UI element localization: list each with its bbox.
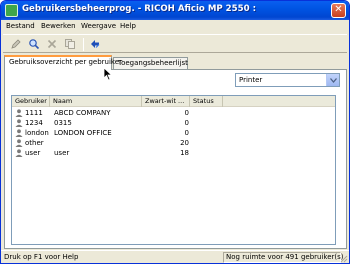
row-name: user [54, 149, 70, 157]
row-user: user [25, 149, 41, 157]
search-button[interactable] [26, 37, 41, 51]
row-bw-count: 20 [180, 139, 189, 147]
row-name: 0315 [54, 119, 72, 127]
table-row[interactable]: 1234 0315 0 [12, 118, 335, 128]
close-icon: ✕ [334, 4, 343, 15]
menu-weergave[interactable]: Weergave [81, 22, 116, 30]
row-bw-count: 0 [184, 109, 189, 117]
row-user: london [25, 129, 49, 137]
resize-grip-icon[interactable] [339, 254, 348, 263]
tab-strip: Gebruiksoverzicht per gebruiker Toegangs… [4, 55, 346, 70]
refresh-icon [90, 40, 99, 48]
user-icon [15, 109, 23, 117]
user-icon [15, 129, 23, 137]
row-user: 1111 [25, 109, 43, 117]
row-user: 1234 [25, 119, 43, 127]
menu-bestand[interactable]: Bestand [6, 22, 35, 30]
close-button[interactable]: ✕ [331, 3, 346, 18]
mouse-cursor-icon [103, 67, 113, 81]
row-bw-count: 0 [184, 119, 189, 127]
menu-help[interactable]: Help [120, 22, 136, 30]
filter-value: Printer [239, 76, 263, 84]
row-user: other [25, 139, 44, 147]
tab-toegangsbeheerlijst[interactable]: Toegangsbeheerlijst [113, 57, 188, 69]
app-window: Gebruikersbeheerprog. - RICOH Aficio MP … [0, 0, 350, 264]
dropdown-arrow-button[interactable] [326, 74, 339, 86]
status-help-text: Druk op F1 voor Help [4, 253, 79, 261]
tab-gebruiksoverzicht[interactable]: Gebruiksoverzicht per gebruiker [4, 55, 122, 70]
copy-button[interactable] [62, 37, 77, 51]
copy-icon [64, 39, 75, 49]
user-list[interactable]: Gebruiker Naam Zwart-wit ... Status 1111… [11, 95, 336, 245]
menu-bewerken[interactable]: Bewerken [41, 22, 76, 30]
window-title: Gebruikersbeheerprog. - RICOH Aficio MP … [22, 4, 257, 14]
chevron-down-icon [329, 77, 337, 83]
toolbar [3, 34, 347, 53]
row-bw-count: 18 [180, 149, 189, 157]
column-status[interactable]: Status [190, 96, 223, 107]
list-header: Gebruiker Naam Zwart-wit ... Status [12, 96, 335, 107]
column-naam[interactable]: Naam [50, 96, 142, 107]
delete-icon [47, 39, 56, 49]
user-icon [15, 149, 23, 157]
filter-dropdown[interactable]: Printer [235, 73, 340, 87]
search-icon [28, 39, 39, 50]
refresh-button[interactable] [87, 37, 102, 51]
title-bar[interactable]: Gebruikersbeheerprog. - RICOH Aficio MP … [1, 1, 349, 20]
table-row[interactable]: london LONDON OFFICE 0 [12, 128, 335, 138]
table-row[interactable]: 1111 ABCD COMPANY 0 [12, 108, 335, 118]
table-row[interactable]: other 20 [12, 138, 335, 148]
user-icon [15, 119, 23, 127]
column-gebruiker[interactable]: Gebruiker [12, 96, 50, 107]
column-zwart-wit[interactable]: Zwart-wit ... [142, 96, 190, 107]
menu-bar: Bestand Bewerken Weergave Help [1, 20, 349, 33]
edit-button[interactable] [8, 37, 23, 51]
row-bw-count: 0 [184, 129, 189, 137]
row-name: ABCD COMPANY [54, 109, 111, 117]
table-row[interactable]: user user 18 [12, 148, 335, 158]
app-icon [5, 4, 18, 17]
status-capacity: Nog ruimte voor 491 gebruiker(s) [223, 252, 344, 263]
tab-panel: Printer Gebruiker Naam Zwart-wit ... Sta… [4, 69, 347, 249]
status-bar: Druk op F1 voor Help Nog ruimte voor 491… [1, 250, 349, 263]
delete-button[interactable] [44, 37, 59, 51]
edit-icon [10, 39, 21, 49]
toolbar-separator [83, 38, 84, 51]
row-name: LONDON OFFICE [54, 129, 112, 137]
user-icon [15, 139, 23, 147]
